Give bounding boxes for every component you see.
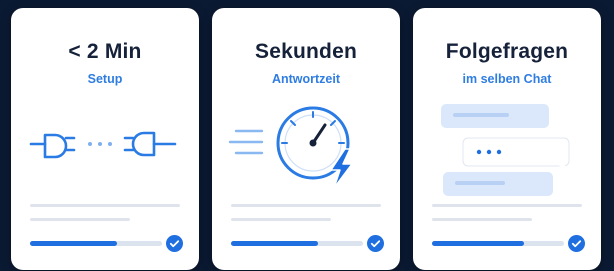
check-circle-icon: [166, 235, 183, 252]
check-circle-icon: [568, 235, 585, 252]
stopwatch-lightning-icon: [228, 106, 353, 189]
feature-cards-canvas: < 2 Min Setup Sekunden Antwortzeit Folge…: [0, 0, 614, 271]
chat-bubbles-icon: [441, 104, 571, 196]
card-title: < 2 Min: [68, 40, 142, 63]
placeholder-line: [30, 204, 180, 207]
card-subtitle: Setup: [87, 72, 123, 86]
placeholder-line: [231, 204, 381, 207]
placeholder-line: [432, 204, 582, 207]
feature-card-follow-ups: Folgefragen im selben Chat: [413, 8, 601, 270]
check-circle-icon: [367, 235, 384, 252]
feature-card-response-time: Sekunden Antwortzeit: [212, 8, 400, 270]
progress-fill: [30, 241, 118, 246]
card-subtitle: im selben Chat: [462, 72, 552, 86]
placeholder-line: [231, 218, 331, 221]
plug-connect-icon: [29, 131, 177, 159]
progress-bar: [231, 241, 363, 246]
card-title: Sekunden: [255, 40, 357, 63]
card-subtitle: Antwortzeit: [271, 72, 341, 86]
placeholder-line: [30, 218, 130, 221]
progress-bar: [432, 241, 564, 246]
placeholder-line: [432, 218, 532, 221]
feature-card-setup: < 2 Min Setup: [11, 8, 199, 270]
progress-fill: [231, 241, 319, 246]
progress-fill: [432, 241, 525, 246]
card-title: Folgefragen: [445, 40, 569, 63]
progress-bar: [30, 241, 162, 246]
